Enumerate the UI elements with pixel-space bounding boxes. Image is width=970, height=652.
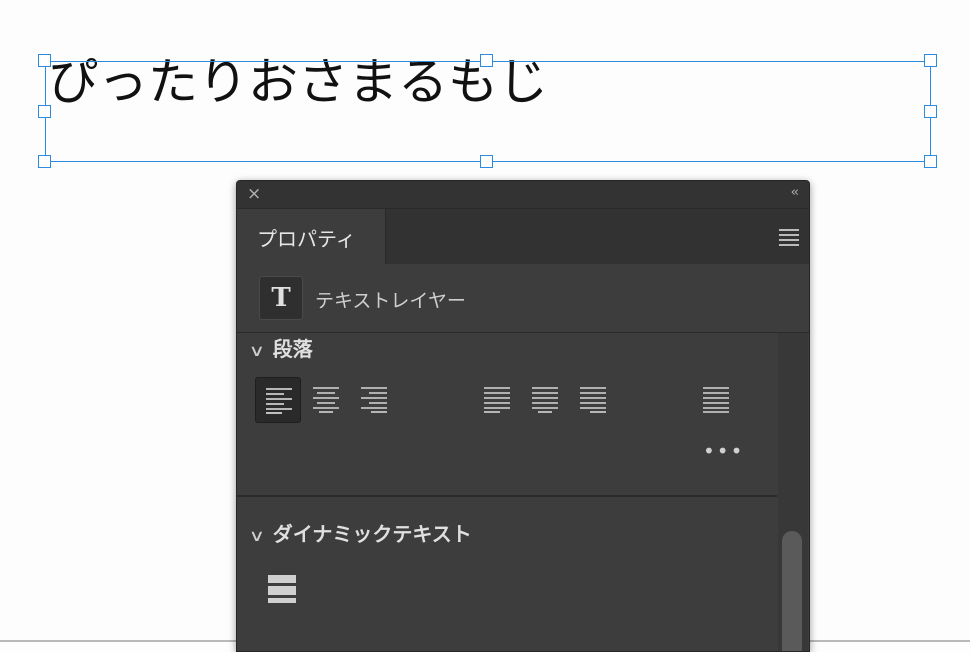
dynamic-text-type-button[interactable] (267, 573, 297, 609)
align-center-button[interactable] (303, 377, 349, 423)
justify-last-right-button[interactable] (570, 377, 616, 423)
handle-middle-left[interactable] (38, 105, 51, 118)
handle-bottom-center[interactable] (480, 155, 493, 168)
paragraph-section-header[interactable]: ∨ 段落 (248, 333, 313, 362)
properties-panel: × ‹‹ プロパティ T テキストレイヤー ∨ 段落 ••• ∨ ダイナミックテ… (236, 180, 810, 652)
handle-top-right[interactable] (924, 54, 937, 67)
justify-all-icon (703, 387, 729, 413)
dynamic-text-section-title: ダイナミックテキスト (272, 522, 472, 546)
justify-last-center-button[interactable] (522, 377, 568, 423)
align-left-icon (266, 388, 292, 414)
handle-top-left[interactable] (38, 54, 51, 67)
align-left-button[interactable] (255, 377, 301, 423)
handle-bottom-right[interactable] (924, 155, 937, 168)
align-right-icon (361, 387, 387, 413)
chevron-down-icon: ∨ (248, 341, 266, 360)
paragraph-section-title: 段落 (272, 337, 313, 361)
handle-middle-right[interactable] (924, 105, 937, 118)
justify-last-left-button[interactable] (474, 377, 520, 423)
justify-last-right-icon (580, 387, 606, 413)
layer-type-row: T テキストレイヤー (237, 264, 809, 333)
align-right-button[interactable] (351, 377, 397, 423)
justify-last-left-icon (484, 387, 510, 413)
justify-last-center-icon (532, 387, 558, 413)
layer-type-label: テキストレイヤー (315, 290, 466, 312)
panel-title-bar: × ‹‹ (237, 181, 809, 209)
collapse-icon[interactable]: ‹‹ (791, 185, 800, 200)
text-layer-icon: T (259, 276, 303, 320)
dynamic-text-icon (268, 575, 296, 603)
tab-properties[interactable]: プロパティ (237, 209, 386, 264)
scrollbar-thumb[interactable] (782, 531, 802, 651)
tab-properties-label: プロパティ (257, 227, 356, 251)
chevron-down-icon: ∨ (248, 526, 266, 545)
handle-bottom-left[interactable] (38, 155, 51, 168)
panel-tab-row: プロパティ (237, 209, 809, 264)
handle-top-center[interactable] (480, 54, 493, 67)
panel-menu-icon[interactable] (779, 229, 799, 249)
section-divider (237, 495, 777, 497)
dynamic-text-section-header[interactable]: ∨ ダイナミックテキスト (248, 518, 472, 547)
text-bounding-box[interactable] (45, 61, 931, 162)
close-icon[interactable]: × (247, 185, 261, 203)
align-center-icon (313, 387, 339, 413)
justify-all-button[interactable] (693, 377, 739, 423)
more-options-icon[interactable]: ••• (703, 441, 744, 461)
